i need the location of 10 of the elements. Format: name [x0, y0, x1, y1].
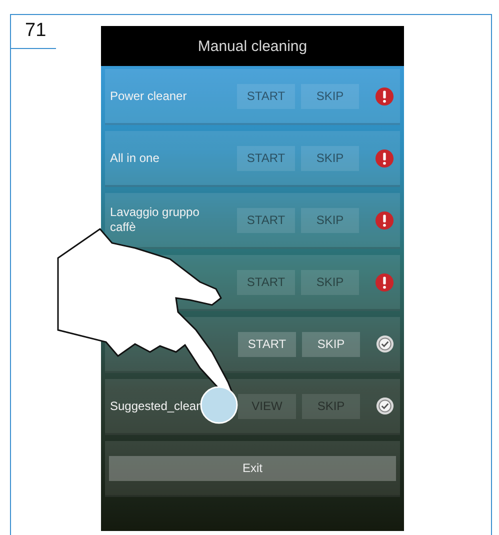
- action-button[interactable]: SKIP: [302, 332, 360, 356]
- cleaning-name: All in one: [110, 150, 160, 166]
- page-number: 71: [11, 15, 56, 49]
- action-button[interactable]: START: [238, 332, 296, 356]
- exit-button[interactable]: Exit: [109, 456, 396, 480]
- cleaning-name: Lavaggio gruppo caffè: [110, 205, 200, 235]
- cleaning-name: Suggested_clean: [110, 398, 204, 414]
- cleaning-name: Power cleaner: [110, 88, 188, 104]
- screen-title: Manual cleaning: [101, 26, 404, 66]
- touch-indicator: [200, 386, 238, 424]
